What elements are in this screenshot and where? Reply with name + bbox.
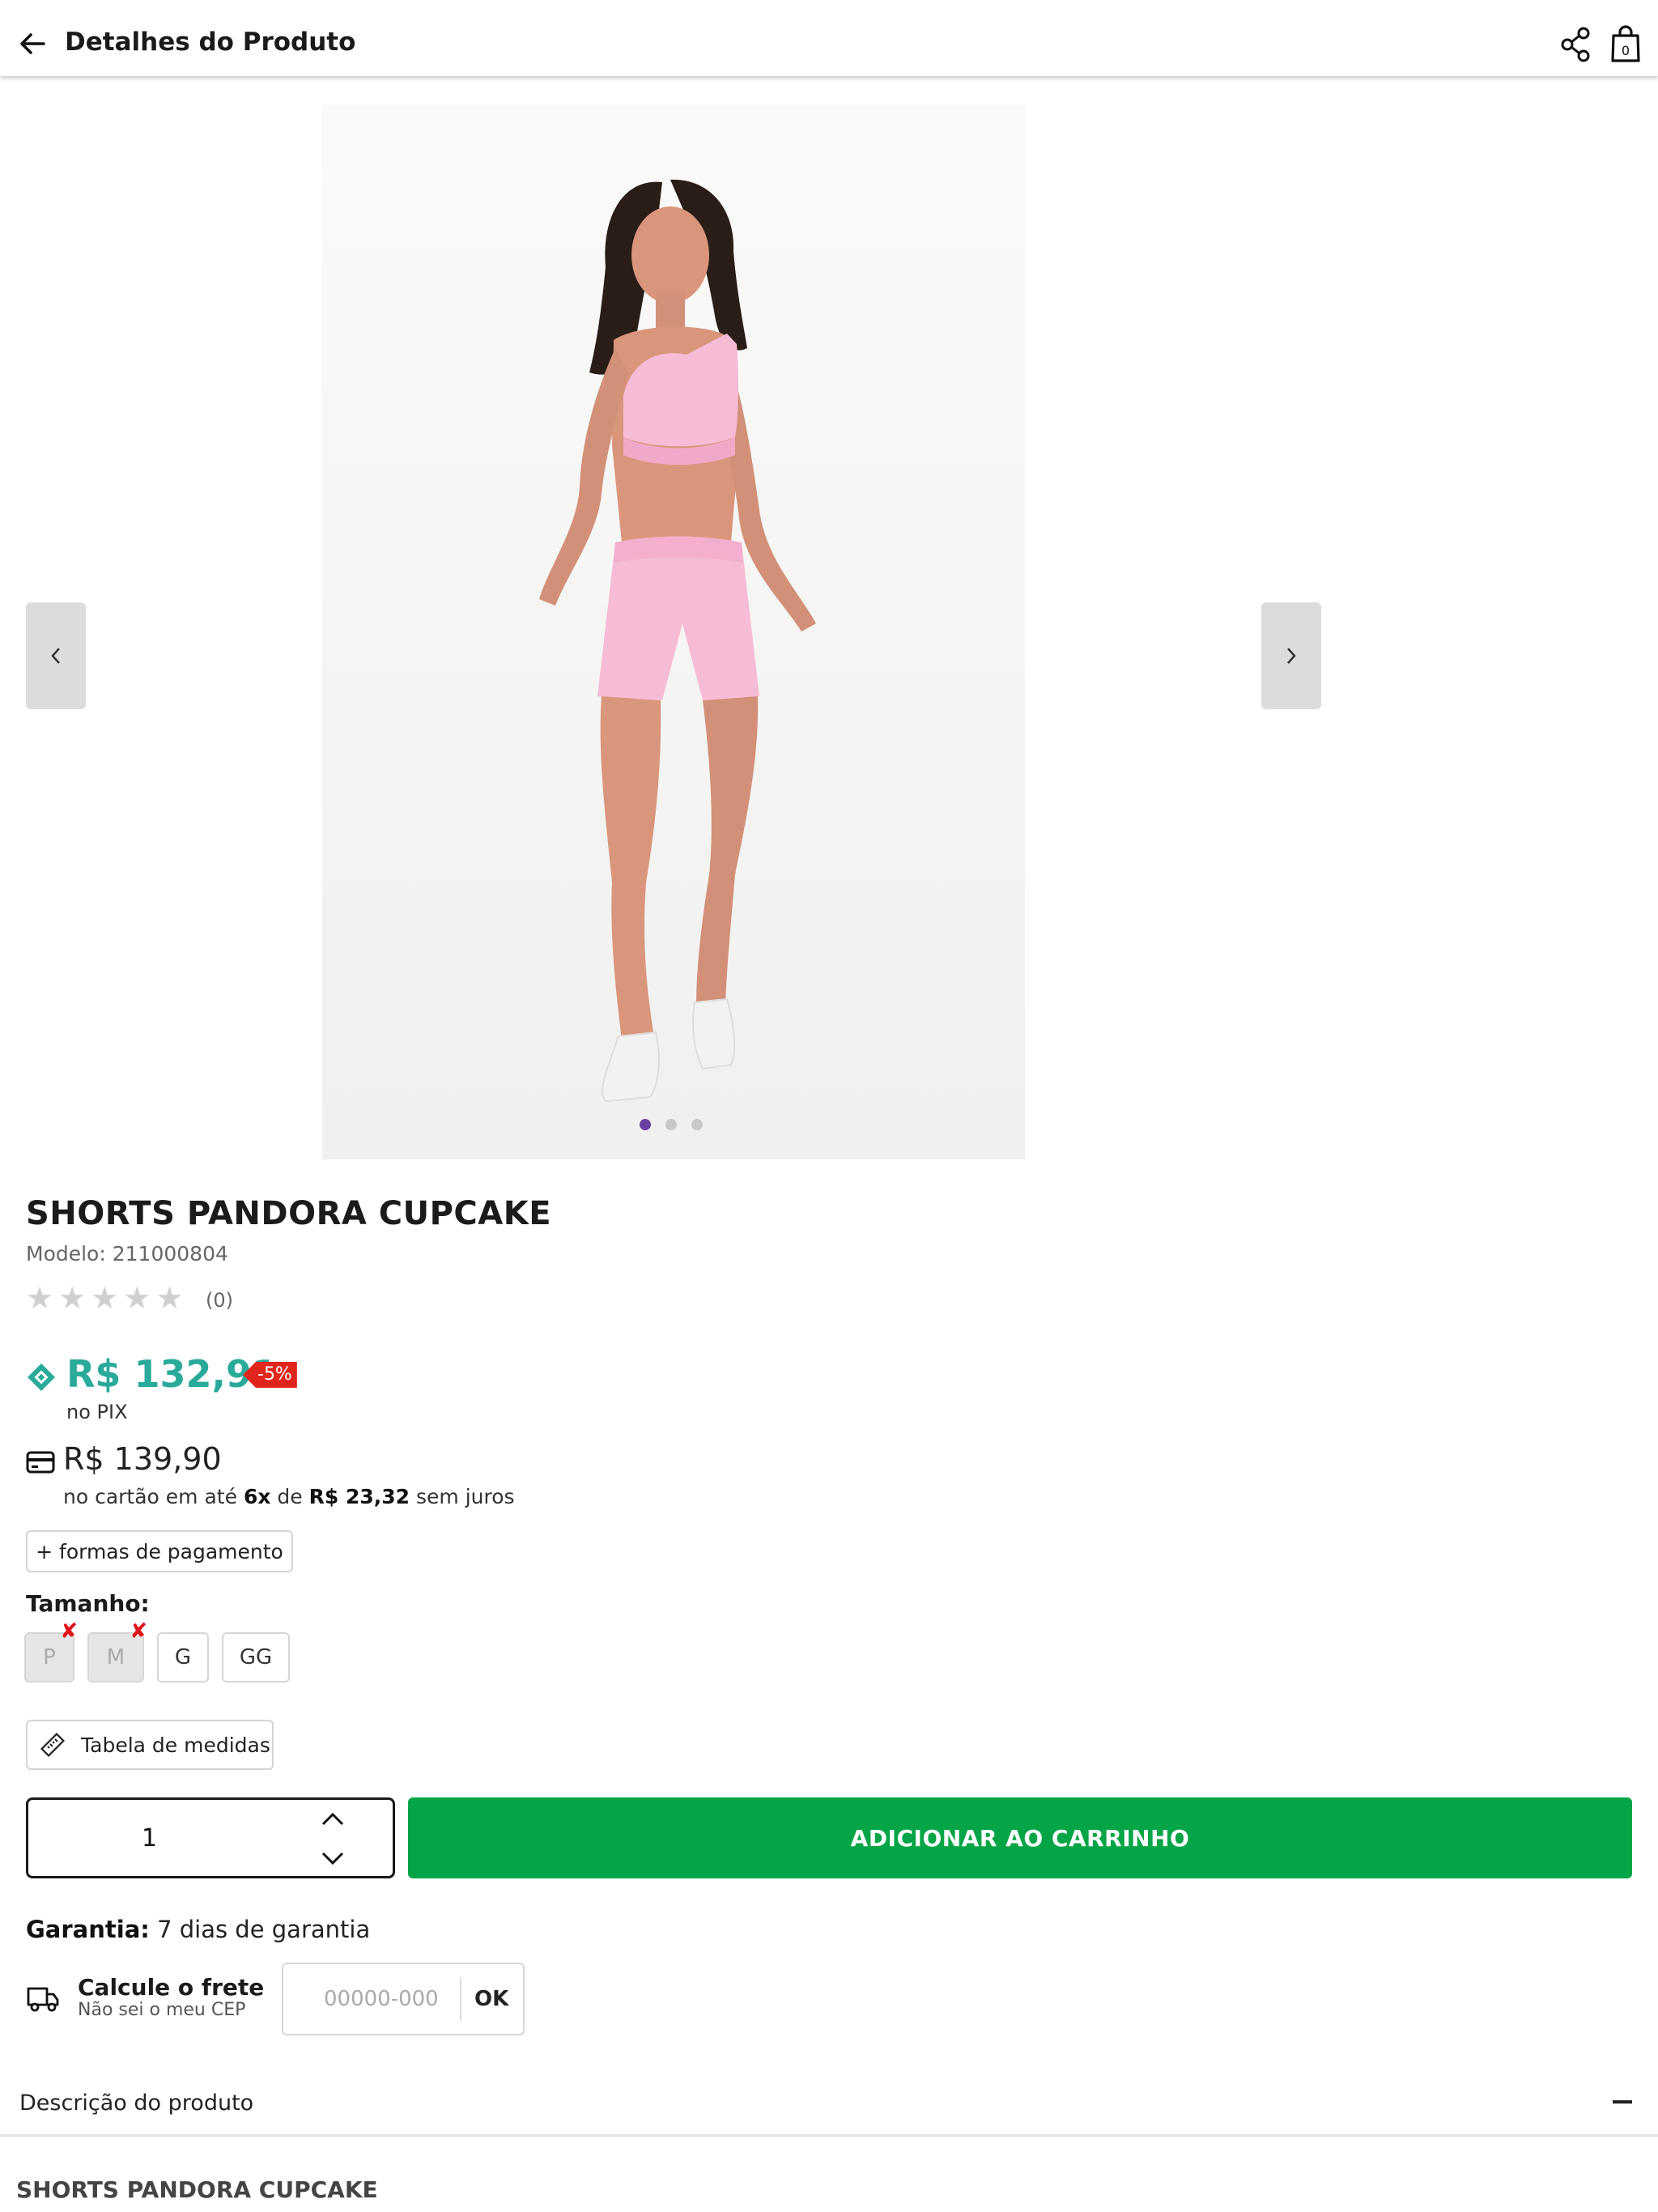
chevron-up-icon[interactable] (317, 1808, 349, 1832)
cart-count: 0 (1622, 43, 1630, 58)
quantity-stepper[interactable]: 1 (26, 1797, 395, 1878)
description-title: SHORTS PANDORA CUPCAKE (16, 2176, 378, 2203)
quantity-value[interactable]: 1 (142, 1824, 157, 1853)
unknown-cep-link[interactable]: Não sei o meu CEP (78, 2000, 245, 2020)
shipping-title: Calcule o frete (78, 1974, 265, 2001)
star-icon: ★ (26, 1280, 54, 1316)
star-icon: ★ (58, 1280, 87, 1316)
size-chart-button[interactable]: Tabela de medidas (26, 1720, 274, 1770)
rating-stars[interactable]: ★ ★ ★ ★ ★ (26, 1283, 183, 1313)
product-name: SHORTS PANDORA CUPCAKE (26, 1195, 552, 1232)
model-figure-image (322, 105, 1025, 1159)
divider (0, 2134, 1658, 2137)
installments-mid: de (270, 1485, 309, 1508)
unavailable-icon: ✘ (130, 1619, 147, 1644)
page-title: Detalhes do Produto (65, 28, 356, 57)
size-label-m: M (106, 1645, 125, 1670)
chevron-left-icon (51, 648, 60, 664)
carousel-dot-1[interactable] (640, 1119, 651, 1130)
star-icon: ★ (91, 1280, 119, 1316)
minus-icon[interactable] (1613, 2100, 1632, 2104)
pix-label: no PIX (66, 1401, 128, 1423)
warranty-label: Garantia: (26, 1916, 150, 1943)
payment-methods-button[interactable]: + formas de pagamento (26, 1530, 293, 1572)
add-to-cart-button[interactable]: ADICIONAR AO CARRINHO (408, 1797, 1632, 1878)
shopping-bag-icon[interactable]: 0 (1608, 24, 1643, 63)
size-option-m[interactable]: M ✘ (87, 1621, 147, 1682)
cep-divider (460, 1977, 461, 2021)
cep-input[interactable] (283, 1964, 460, 2034)
chevron-down-icon[interactable] (317, 1845, 349, 1870)
size-label: Tamanho: (26, 1590, 150, 1617)
cep-ok-button[interactable]: OK (474, 1987, 508, 2011)
installments-suffix: sem juros (410, 1485, 515, 1508)
size-option-gg[interactable]: GG (222, 1632, 290, 1682)
size-label-gg: GG (239, 1645, 273, 1670)
warranty-info: Garantia: 7 dias de garantia (26, 1916, 370, 1943)
description-header[interactable]: Descrição do produto (19, 2091, 253, 2116)
unavailable-icon: ✘ (60, 1619, 78, 1644)
carousel-prev-button[interactable] (26, 602, 86, 709)
chevron-right-icon (1287, 648, 1296, 664)
carousel-dot-3[interactable] (691, 1119, 703, 1130)
size-chart-label: Tabela de medidas (81, 1733, 270, 1757)
product-gallery (0, 105, 1321, 1159)
installments-prefix: no cartão em até (63, 1485, 244, 1508)
carousel-dot-2[interactable] (665, 1119, 677, 1130)
product-photo[interactable] (322, 105, 1025, 1159)
carousel-next-button[interactable] (1261, 602, 1321, 709)
size-label-g: G (174, 1645, 192, 1670)
size-option-p[interactable]: P ✘ (24, 1621, 78, 1682)
share-icon[interactable] (1559, 27, 1592, 62)
installments-value: R$ 23,32 (308, 1485, 410, 1508)
app-header: Detalhes do Produto 0 (0, 0, 1658, 76)
star-icon: ★ (123, 1280, 151, 1316)
truck-icon (27, 1987, 59, 2012)
installments-info: no cartão em até 6x de R$ 23,32 sem juro… (63, 1485, 515, 1508)
size-option-g[interactable]: G (157, 1632, 209, 1682)
star-icon: ★ (155, 1280, 184, 1316)
review-count[interactable]: (0) (206, 1289, 233, 1312)
product-model: Modelo: 211000804 (26, 1242, 228, 1266)
carousel-dots (640, 1119, 703, 1130)
back-arrow-icon[interactable] (16, 28, 49, 60)
installments-count: 6x (243, 1485, 271, 1508)
cep-form: OK (282, 1963, 525, 2035)
warranty-value: 7 dias de garantia (149, 1916, 371, 1943)
pix-icon (28, 1363, 55, 1391)
ruler-icon (40, 1733, 65, 1757)
card-price: R$ 139,90 (63, 1441, 222, 1477)
size-label-p: P (43, 1645, 56, 1670)
credit-card-icon (26, 1451, 55, 1474)
